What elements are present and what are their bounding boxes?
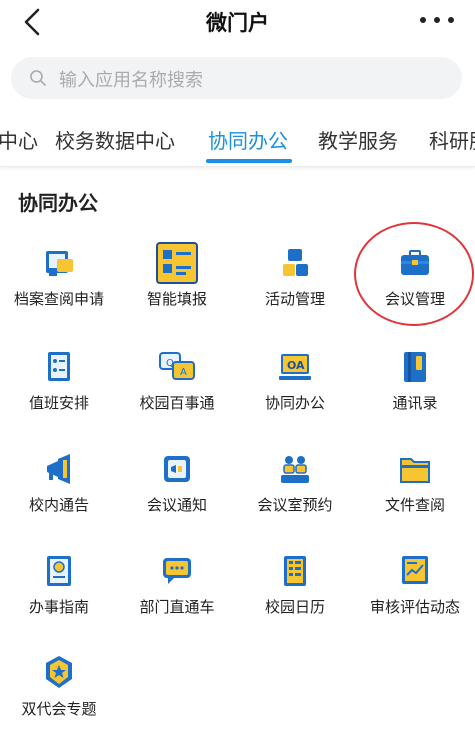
app-item-smart-form[interactable]: 智能填报 — [118, 242, 236, 322]
oa-icon: OA — [279, 354, 311, 380]
meeting-room-icon — [281, 456, 309, 483]
app-item-notice[interactable]: 校内通告 — [0, 448, 118, 528]
megaphone-icon — [47, 454, 70, 484]
app-label: 文件查阅 — [384, 496, 445, 514]
app-item-duty[interactable]: 值班安排 — [0, 346, 118, 426]
app-label: 通讯录 — [392, 394, 438, 412]
tab-collaborative-office[interactable]: 协同办公 — [208, 125, 288, 154]
evaluation-icon — [402, 556, 428, 584]
search-placeholder: 输入应用名称搜索 — [59, 70, 203, 91]
app-label: 会议室预约 — [257, 496, 333, 514]
tab-research[interactable]: 科研服 — [429, 125, 475, 154]
app-label: 校园日历 — [264, 598, 325, 616]
app-item-congress-topic[interactable]: 双代会专题 — [0, 652, 118, 732]
duty-icon — [48, 352, 70, 381]
activity-icon — [283, 249, 308, 276]
active-tab-indicator — [206, 159, 292, 163]
tab-center[interactable]: 中心 — [0, 125, 38, 154]
highlight-circle — [354, 222, 474, 326]
search-bar[interactable]: 输入应用名称搜索 — [11, 57, 462, 99]
badge-icon — [46, 656, 72, 688]
app-label: 协同办公 — [264, 394, 325, 412]
meeting-notice-icon — [164, 456, 190, 482]
app-item-campus-qa[interactable]: Q A 校园百事通 — [118, 346, 236, 426]
app-item-meeting-notice[interactable]: 会议通知 — [118, 448, 236, 528]
app-item-meeting-room[interactable]: 会议室预约 — [236, 448, 354, 528]
folder-icon — [400, 458, 430, 483]
app-label: 双代会专题 — [21, 700, 97, 718]
contacts-icon — [404, 352, 426, 382]
category-tabs: 中心 校务数据中心 协同办公 教学服务 科研服 — [0, 112, 475, 167]
app-item-calendar[interactable]: 校园日历 — [236, 550, 354, 630]
app-item-contacts[interactable]: 通讯录 — [356, 346, 474, 426]
app-label: 活动管理 — [264, 290, 325, 308]
message-icon — [163, 558, 191, 584]
tab-school-data-center[interactable]: 校务数据中心 — [55, 125, 175, 154]
app-item-oa[interactable]: OA 协同办公 — [236, 346, 354, 426]
svg-text:OA: OA — [287, 359, 305, 372]
svg-text:A: A — [180, 367, 187, 378]
app-label: 审核评估动态 — [369, 598, 460, 616]
more-icon[interactable] — [417, 10, 457, 30]
app-item-department[interactable]: 部门直通车 — [118, 550, 236, 630]
app-item-file-browse[interactable]: 文件查阅 — [356, 448, 474, 528]
top-bar: 微门户 — [0, 0, 475, 44]
smart-form-icon — [156, 242, 198, 284]
page-title: 微门户 — [206, 11, 269, 35]
app-item-guide[interactable]: 办事指南 — [0, 550, 118, 630]
calendar-icon — [284, 556, 306, 586]
app-item-activity[interactable]: 活动管理 — [236, 242, 354, 322]
tab-teaching-service[interactable]: 教学服务 — [318, 125, 398, 154]
app-item-evaluation[interactable]: 审核评估动态 — [356, 550, 474, 630]
qa-chat-icon: Q A — [159, 352, 195, 380]
archive-icon — [46, 251, 73, 276]
guide-icon — [47, 556, 71, 586]
search-icon — [30, 70, 46, 86]
app-item-archive[interactable]: 档案查阅申请 — [0, 242, 118, 322]
section-title: 协同办公 — [18, 191, 98, 215]
